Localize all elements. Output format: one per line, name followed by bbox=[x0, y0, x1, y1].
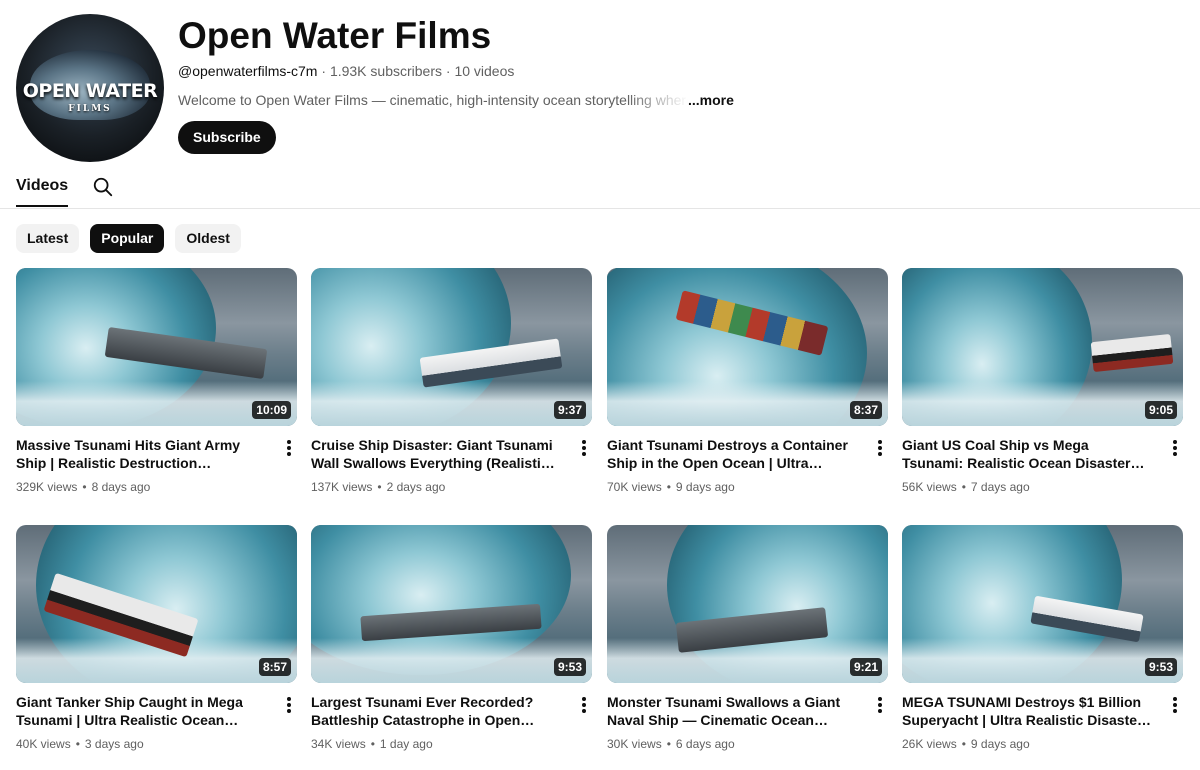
channel-name: Open Water Films bbox=[178, 15, 492, 56]
avatar-logo-text: OPEN WATER bbox=[22, 80, 158, 102]
video-meta: 26K views • 9 days ago bbox=[902, 737, 1030, 751]
view-count: 26K views bbox=[902, 737, 957, 751]
video-duration: 9:05 bbox=[1144, 401, 1177, 419]
video-card[interactable]: 8:37 Giant Tsunami Destroys a Container S… bbox=[607, 268, 888, 494]
video-count: 10 videos bbox=[454, 63, 515, 79]
thumbnail-foam bbox=[902, 381, 1183, 426]
video-card[interactable]: 8:57 Giant Tanker Ship Caught in Mega Tsu… bbox=[16, 525, 297, 751]
meta-dot: • bbox=[666, 737, 671, 751]
video-title[interactable]: Giant Tsunami Destroys a Container Ship … bbox=[607, 436, 857, 472]
video-title[interactable]: MEGA TSUNAMI Destroys $1 Billion Superya… bbox=[902, 693, 1152, 729]
thumbnail-foam bbox=[607, 381, 888, 426]
more-options-icon[interactable] bbox=[1166, 438, 1184, 458]
video-meta: 34K views • 1 day ago bbox=[311, 737, 433, 751]
meta-dot: • bbox=[75, 737, 80, 751]
video-card[interactable]: 9:05 Giant US Coal Ship vs Mega Tsunami: … bbox=[902, 268, 1183, 494]
meta-dot: • bbox=[961, 480, 966, 494]
view-count: 137K views bbox=[311, 480, 373, 494]
avatar-logo-subtext: FILMS bbox=[68, 104, 112, 114]
video-card[interactable]: 9:53 MEGA TSUNAMI Destroys $1 Billion Sup… bbox=[902, 525, 1183, 751]
video-card[interactable]: 9:37 Cruise Ship Disaster: Giant Tsunami … bbox=[311, 268, 592, 494]
chip-popular[interactable]: Popular bbox=[90, 224, 165, 253]
video-duration: 9:53 bbox=[553, 658, 586, 676]
video-title[interactable]: Giant Tanker Ship Caught in Mega Tsunami… bbox=[16, 693, 266, 729]
channel-meta: @openwaterfilms-c7m · 1.93K subscribers … bbox=[178, 62, 514, 80]
upload-age: 1 day ago bbox=[379, 737, 433, 751]
video-title[interactable]: Monster Tsunami Swallows a Giant Naval S… bbox=[607, 693, 857, 729]
thumbnail-foam bbox=[902, 638, 1183, 683]
video-thumbnail[interactable]: 8:57 bbox=[16, 525, 297, 683]
view-count: 40K views bbox=[16, 737, 71, 751]
meta-separator: · bbox=[321, 63, 330, 79]
meta-dot: • bbox=[370, 737, 375, 751]
subscribe-button[interactable]: Subscribe bbox=[178, 121, 276, 154]
tab-videos[interactable]: Videos bbox=[16, 177, 69, 207]
more-options-icon[interactable] bbox=[871, 695, 889, 715]
view-count: 56K views bbox=[902, 480, 957, 494]
thumbnail-foam bbox=[311, 381, 592, 426]
video-meta: 30K views • 6 days ago bbox=[607, 737, 735, 751]
upload-age: 6 days ago bbox=[675, 737, 735, 751]
upload-age: 3 days ago bbox=[84, 737, 144, 751]
video-thumbnail[interactable]: 10:09 bbox=[16, 268, 297, 426]
video-duration: 8:57 bbox=[258, 658, 291, 676]
more-options-icon[interactable] bbox=[1166, 695, 1184, 715]
video-thumbnail[interactable]: 9:21 bbox=[607, 525, 888, 683]
subscriber-count: 1.93K subscribers bbox=[329, 63, 442, 79]
more-link[interactable]: ...more bbox=[688, 92, 734, 108]
more-options-icon[interactable] bbox=[280, 695, 298, 715]
meta-dot: • bbox=[666, 480, 671, 494]
video-thumbnail[interactable]: 9:05 bbox=[902, 268, 1183, 426]
upload-age: 7 days ago bbox=[970, 480, 1030, 494]
upload-age: 9 days ago bbox=[970, 737, 1030, 751]
more-options-icon[interactable] bbox=[280, 438, 298, 458]
video-card[interactable]: 9:21 Monster Tsunami Swallows a Giant Nav… bbox=[607, 525, 888, 751]
video-card[interactable]: 9:53 Largest Tsunami Ever Recorded? Battl… bbox=[311, 525, 592, 751]
video-title[interactable]: Giant US Coal Ship vs Mega Tsunami: Real… bbox=[902, 436, 1152, 472]
video-duration: 9:21 bbox=[849, 658, 882, 676]
video-meta: 329K views • 8 days ago bbox=[16, 480, 150, 494]
channel-avatar[interactable]: OPEN WATER FILMS bbox=[16, 14, 164, 162]
video-duration: 8:37 bbox=[849, 401, 882, 419]
description-text: Welcome to Open Water Films — cinematic,… bbox=[178, 92, 688, 108]
thumbnail-foam bbox=[311, 638, 592, 683]
search-icon[interactable] bbox=[92, 176, 114, 198]
channel-handle: @openwaterfilms-c7m bbox=[178, 63, 318, 79]
video-duration: 9:53 bbox=[1144, 658, 1177, 676]
sort-chips: Latest Popular Oldest bbox=[16, 224, 241, 253]
video-meta: 70K views • 9 days ago bbox=[607, 480, 735, 494]
upload-age: 8 days ago bbox=[91, 480, 151, 494]
meta-dot: • bbox=[377, 480, 382, 494]
more-options-icon[interactable] bbox=[575, 438, 593, 458]
video-thumbnail[interactable]: 9:53 bbox=[902, 525, 1183, 683]
video-title[interactable]: Largest Tsunami Ever Recorded? Battleshi… bbox=[311, 693, 561, 729]
video-thumbnail[interactable]: 9:37 bbox=[311, 268, 592, 426]
view-count: 34K views bbox=[311, 737, 366, 751]
video-meta: 40K views • 3 days ago bbox=[16, 737, 144, 751]
upload-age: 2 days ago bbox=[386, 480, 446, 494]
video-duration: 9:37 bbox=[553, 401, 586, 419]
video-title[interactable]: Massive Tsunami Hits Giant Army Ship | R… bbox=[16, 436, 266, 472]
video-title[interactable]: Cruise Ship Disaster: Giant Tsunami Wall… bbox=[311, 436, 561, 472]
meta-dot: • bbox=[82, 480, 87, 494]
channel-tabs: Videos bbox=[0, 168, 1200, 209]
video-thumbnail[interactable]: 8:37 bbox=[607, 268, 888, 426]
more-options-icon[interactable] bbox=[575, 695, 593, 715]
meta-dot: • bbox=[961, 737, 966, 751]
video-meta: 137K views • 2 days ago bbox=[311, 480, 445, 494]
more-options-icon[interactable] bbox=[871, 438, 889, 458]
video-duration: 10:09 bbox=[252, 401, 291, 419]
view-count: 70K views bbox=[607, 480, 662, 494]
chip-latest[interactable]: Latest bbox=[16, 224, 80, 253]
view-count: 329K views bbox=[16, 480, 78, 494]
view-count: 30K views bbox=[607, 737, 662, 751]
chip-oldest[interactable]: Oldest bbox=[175, 224, 241, 253]
video-card[interactable]: 10:09 Massive Tsunami Hits Giant Army Shi… bbox=[16, 268, 297, 494]
video-thumbnail[interactable]: 9:53 bbox=[311, 525, 592, 683]
video-meta: 56K views • 7 days ago bbox=[902, 480, 1030, 494]
upload-age: 9 days ago bbox=[675, 480, 735, 494]
channel-description[interactable]: Welcome to Open Water Films — cinematic,… bbox=[178, 91, 734, 109]
